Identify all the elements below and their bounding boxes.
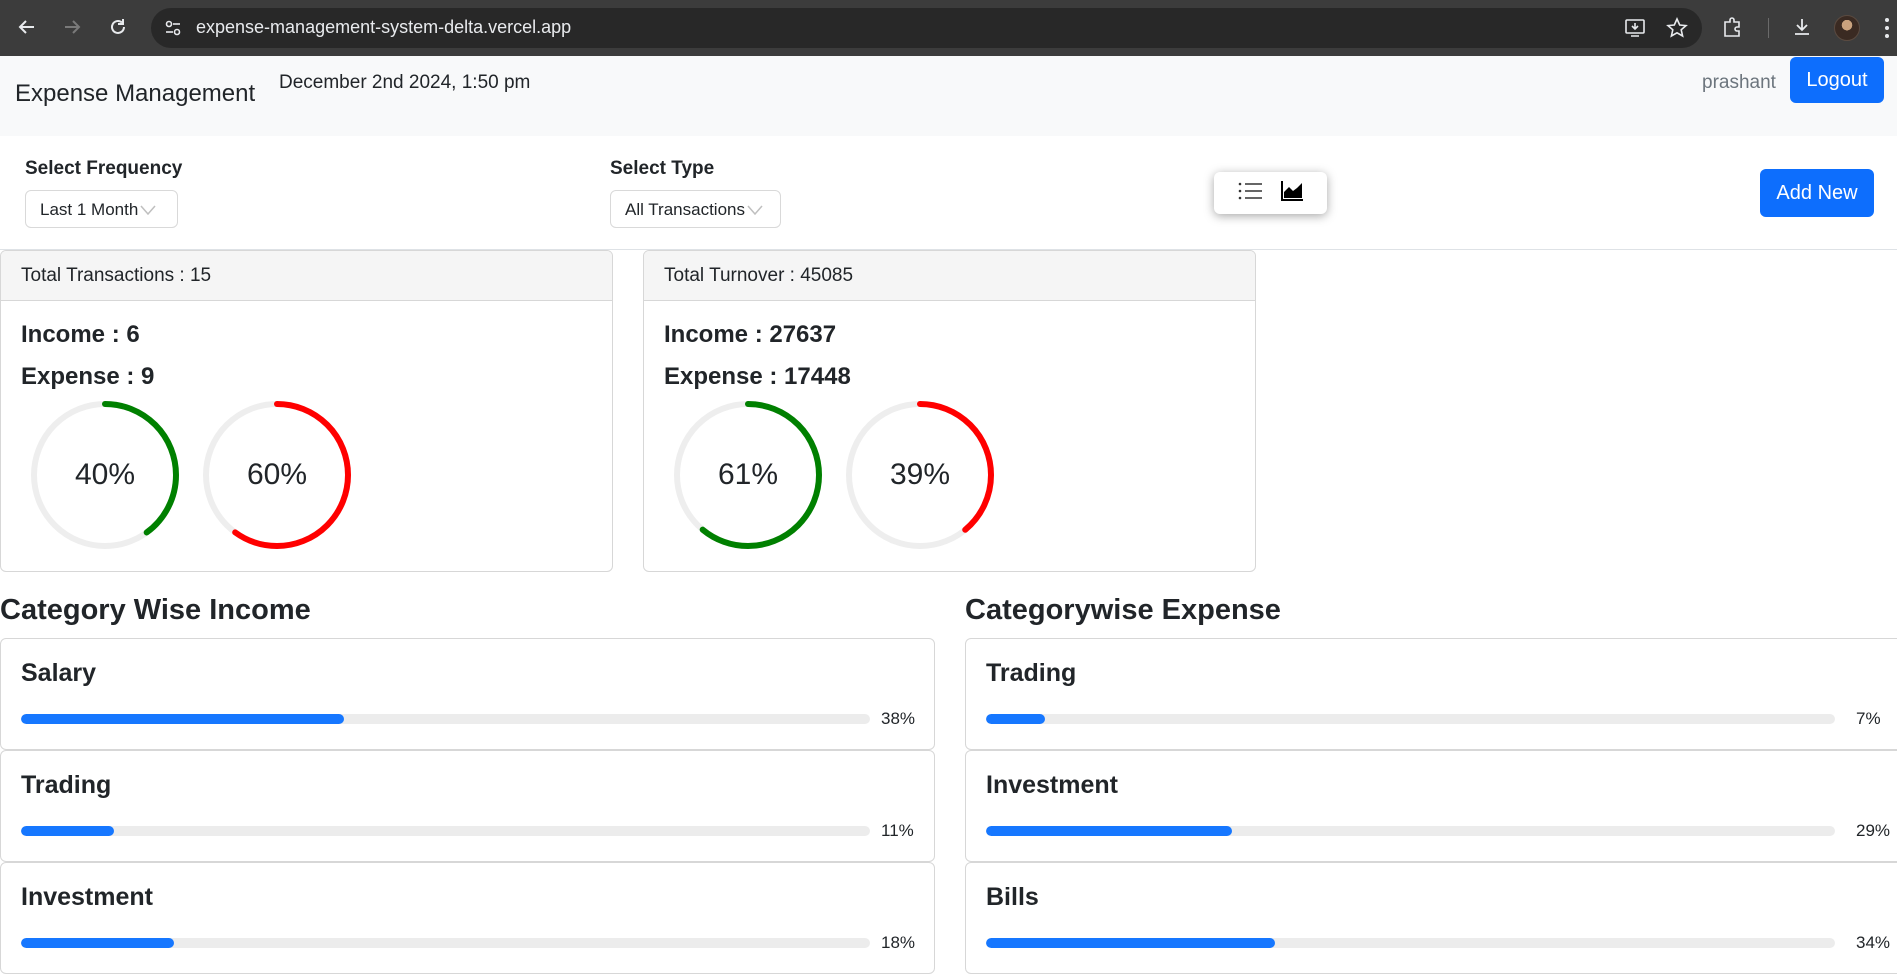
category-progress-track [21,826,870,836]
frequency-select[interactable]: Last 1 Month [25,190,178,228]
expense-progress-circle: 39% [844,399,996,551]
category-percentage: 34% [1856,933,1891,952]
address-bar[interactable]: expense-management-system-delta.vercel.a… [151,8,1702,48]
extensions-icon[interactable] [1720,15,1744,39]
category-percentage: 11% [881,821,914,840]
view-toggle [1214,172,1327,214]
app-brand[interactable]: Expense Management [15,80,255,108]
username-label: prashant [1702,72,1776,93]
reload-icon[interactable] [106,15,130,39]
category-progress-fill [986,826,1233,836]
type-label: Select Type [610,158,715,179]
turnover-income: Income : 27637 [664,321,837,348]
category-card: Bills 34% [965,862,1897,974]
back-arrow-icon[interactable] [15,15,39,39]
url-text[interactable]: expense-management-system-delta.vercel.a… [196,17,571,38]
category-name: Trading [21,771,112,799]
turnover-card: Total Turnover : 45085 Income : 27637 Ex… [643,250,1256,572]
category-card: Trading 11% [0,750,935,862]
logout-button[interactable]: Logout [1790,57,1884,103]
category-income-title: Category Wise Income [0,594,311,626]
profile-avatar[interactable] [1834,15,1860,41]
install-app-icon[interactable] [1624,17,1646,44]
category-name: Bills [986,883,1039,911]
site-settings-icon[interactable] [163,18,183,38]
category-progress-fill [986,714,1046,724]
category-progress-fill [986,938,1275,948]
transactions-expense: Expense : 9 [21,363,155,390]
category-card: Trading 7% [965,638,1897,750]
category-progress-fill [21,938,174,948]
type-value: All Transactions [625,200,745,219]
list-view-icon[interactable] [1237,180,1263,207]
transactions-income: Income : 6 [21,321,140,348]
type-select[interactable]: All Transactions [610,190,781,228]
category-progress-track [21,714,870,724]
category-progress-track [21,938,870,948]
category-expense-title: Categorywise Expense [965,594,1281,626]
income-percentage: 40% [74,458,136,491]
category-card: Salary 38% [0,638,935,750]
category-card: Investment 29% [965,750,1897,862]
toolbar-divider [1768,18,1769,38]
chevron-down-icon [140,202,156,218]
turnover-card-header: Total Turnover : 45085 [644,251,1255,301]
income-progress-circle: 61% [672,399,824,551]
category-percentage: 38% [881,709,916,728]
category-progress-track [986,826,1835,836]
browser-menu-icon[interactable] [1885,16,1891,40]
category-percentage: 29% [1856,821,1891,840]
category-name: Salary [21,659,97,687]
frequency-value: Last 1 Month [40,200,139,219]
add-new-button[interactable]: Add New [1760,169,1874,217]
filters-bar: Select Frequency Last 1 Month Select Typ… [0,136,1897,250]
category-progress-track [986,714,1835,724]
category-percentage: 18% [881,933,916,952]
transactions-card-header: Total Transactions : 15 [1,251,612,301]
expense-progress-circle: 60% [201,399,353,551]
chevron-down-icon [747,202,763,218]
category-progress-fill [21,714,344,724]
expense-percentage: 39% [889,458,951,491]
category-card: Investment 18% [0,862,935,974]
area-chart-icon[interactable] [1280,180,1304,207]
category-percentage: 7% [1856,709,1881,728]
category-name: Trading [986,659,1077,687]
expense-percentage: 60% [246,458,308,491]
income-percentage: 61% [717,458,779,491]
category-progress-fill [21,826,115,836]
transactions-card: Total Transactions : 15 Income : 6 Expen… [0,250,613,572]
income-progress-circle: 40% [29,399,181,551]
category-progress-track [986,938,1835,948]
forward-arrow-icon[interactable] [60,15,84,39]
browser-toolbar: expense-management-system-delta.vercel.a… [0,0,1897,56]
category-name: Investment [986,771,1118,799]
bookmark-star-icon[interactable] [1666,17,1688,44]
download-icon[interactable] [1790,15,1814,39]
current-datetime: December 2nd 2024, 1:50 pm [279,72,531,93]
app-navbar: Expense Management December 2nd 2024, 1:… [0,56,1897,136]
frequency-label: Select Frequency [25,158,183,179]
turnover-expense: Expense : 17448 [664,363,851,390]
category-name: Investment [21,883,153,911]
